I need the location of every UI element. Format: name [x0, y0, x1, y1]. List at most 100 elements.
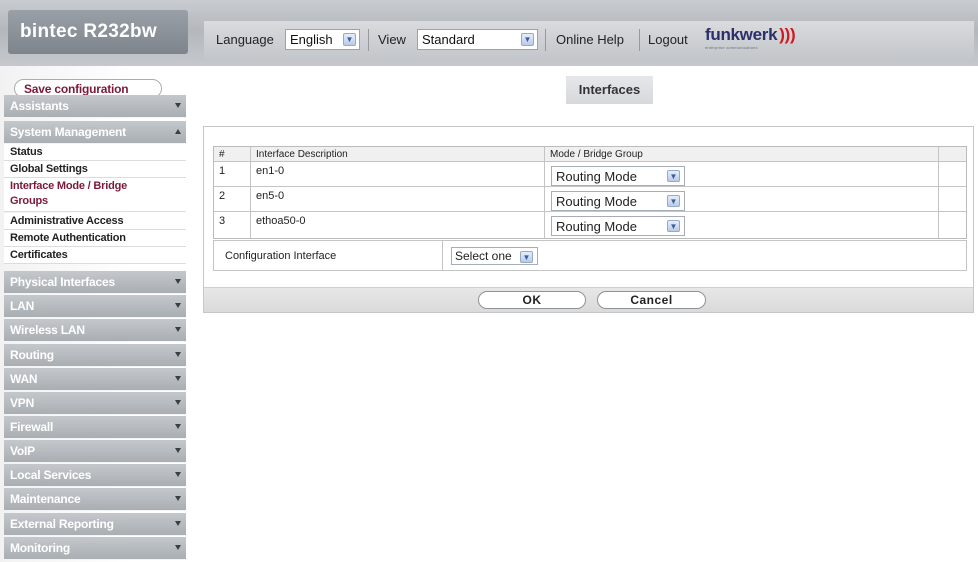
mode-select-value: Routing Mode: [556, 219, 637, 234]
caret-down-icon: [175, 352, 181, 357]
mode-select-ethoa50-0[interactable]: Routing Mode ▼: [551, 216, 685, 236]
nav-label: VoIP: [10, 444, 35, 458]
row-num: 1: [214, 162, 251, 186]
sub-item-remote-authentication[interactable]: Remote Authentication: [4, 230, 186, 247]
nav-label: Monitoring: [10, 541, 70, 555]
sidebar: Save configuration Assistants System Man…: [0, 66, 190, 562]
caret-up-icon: [175, 129, 181, 134]
row-description: en1-0: [251, 162, 545, 186]
chevron-down-icon[interactable]: ▼: [343, 33, 356, 46]
header: bintec R232bw Language English ▼ View St…: [0, 0, 978, 66]
mode-select-en5-0[interactable]: Routing Mode ▼: [551, 191, 685, 211]
sub-item-status[interactable]: Status: [4, 144, 186, 161]
row-description: ethoa50-0: [251, 212, 545, 238]
caret-down-icon: [175, 424, 181, 429]
sub-item-interface-mode[interactable]: Interface Mode / Bridge Groups: [4, 178, 186, 212]
mode-select-value: Routing Mode: [556, 169, 637, 184]
column-header-description: Interface Description: [251, 147, 545, 161]
view-value: Standard: [422, 32, 475, 47]
caret-down-icon: [175, 376, 181, 381]
sub-item-label: Interface Mode / Bridge: [10, 180, 128, 192]
chevron-down-icon[interactable]: ▼: [667, 170, 680, 182]
sub-item-global-settings[interactable]: Global Settings: [4, 161, 186, 178]
row-num: 3: [214, 212, 251, 238]
nav-label: Routing: [10, 348, 54, 362]
mode-select-en1-0[interactable]: Routing Mode ▼: [551, 166, 685, 186]
language-label: Language: [216, 32, 274, 47]
logo-text: funkwerk: [705, 25, 778, 44]
nav-label: Firewall: [10, 420, 54, 434]
page-title: Interfaces: [566, 76, 653, 104]
column-header-num: #: [214, 147, 251, 161]
top-toolbar: Language English ▼ View Standard ▼ Onlin…: [204, 21, 974, 59]
view-select[interactable]: Standard ▼: [417, 29, 538, 50]
column-header-extra: [939, 147, 966, 161]
chevron-down-icon[interactable]: ▼: [667, 195, 680, 207]
row-extra-cell: [939, 212, 966, 238]
caret-down-icon: [175, 400, 181, 405]
nav-label: WAN: [10, 372, 38, 386]
nav-maintenance[interactable]: Maintenance: [4, 488, 186, 511]
cell-divider: [442, 241, 443, 270]
nav-label: Physical Interfaces: [10, 275, 115, 289]
nav-label: VPN: [10, 396, 35, 410]
caret-down-icon: [175, 327, 181, 332]
nav-system-management[interactable]: System Management: [4, 121, 186, 144]
toolbar-divider: [545, 29, 546, 51]
nav-assistants[interactable]: Assistants: [4, 95, 186, 118]
nav-label: Local Services: [10, 468, 92, 482]
sub-item-administrative-access[interactable]: Administrative Access: [4, 213, 186, 230]
nav-firewall[interactable]: Firewall: [4, 416, 186, 439]
brand-logo: bintec R232bw: [8, 10, 188, 54]
chevron-down-icon[interactable]: ▼: [520, 251, 533, 263]
row-description: en5-0: [251, 187, 545, 211]
nav-vpn[interactable]: VPN: [4, 392, 186, 415]
chevron-down-icon[interactable]: ▼: [667, 220, 680, 232]
caret-down-icon: [175, 303, 181, 308]
nav-routing[interactable]: Routing: [4, 344, 186, 367]
nav-physical-interfaces[interactable]: Physical Interfaces: [4, 271, 186, 294]
sub-item-label: Groups: [10, 195, 48, 207]
caret-down-icon: [175, 472, 181, 477]
chevron-down-icon[interactable]: ▼: [521, 33, 534, 46]
nav-label: System Management: [10, 125, 126, 139]
nav-label: LAN: [10, 299, 35, 313]
nav-label: Assistants: [10, 99, 69, 113]
brand-name: bintec R232bw: [20, 21, 157, 42]
configuration-interface-select[interactable]: Select one ▼: [451, 247, 538, 265]
caret-down-icon: [175, 103, 181, 108]
configuration-interface-value: Select one: [455, 249, 512, 263]
nav-label: Maintenance: [10, 492, 81, 506]
mode-select-value: Routing Mode: [556, 194, 637, 209]
caret-down-icon: [175, 545, 181, 550]
nav-external-reporting[interactable]: External Reporting: [4, 513, 186, 536]
nav-wireless-lan[interactable]: Wireless LAN: [4, 319, 186, 342]
nav-label: External Reporting: [10, 517, 114, 531]
cancel-button[interactable]: Cancel: [597, 291, 706, 309]
form-footer: [204, 287, 973, 312]
logo-tagline: enterprise communications: [705, 45, 758, 50]
row-extra-cell: [939, 162, 966, 186]
nav-wan[interactable]: WAN: [4, 368, 186, 391]
nav-lan[interactable]: LAN: [4, 295, 186, 318]
language-value: English: [290, 32, 333, 47]
nav-monitoring[interactable]: Monitoring: [4, 537, 186, 560]
caret-down-icon: [175, 521, 181, 526]
caret-down-icon: [175, 279, 181, 284]
funkwerk-logo: funkwerk))) enterprise communications: [705, 25, 796, 50]
configuration-interface-label: Configuration Interface: [225, 250, 337, 262]
row-extra-cell: [939, 187, 966, 211]
nav-local-services[interactable]: Local Services: [4, 464, 186, 487]
logo-waves-icon: ))): [779, 25, 796, 44]
online-help-link[interactable]: Online Help: [556, 32, 624, 47]
table-header-row: # Interface Description Mode / Bridge Gr…: [214, 147, 966, 162]
nav-voip[interactable]: VoIP: [4, 440, 186, 463]
sub-item-certificates[interactable]: Certificates: [4, 247, 186, 264]
ok-button[interactable]: OK: [478, 291, 586, 309]
language-select[interactable]: English ▼: [285, 29, 360, 50]
toolbar-divider: [639, 29, 640, 51]
caret-down-icon: [175, 496, 181, 501]
configuration-interface-row: Configuration Interface: [213, 240, 967, 271]
logout-link[interactable]: Logout: [648, 32, 688, 47]
caret-down-icon: [175, 448, 181, 453]
